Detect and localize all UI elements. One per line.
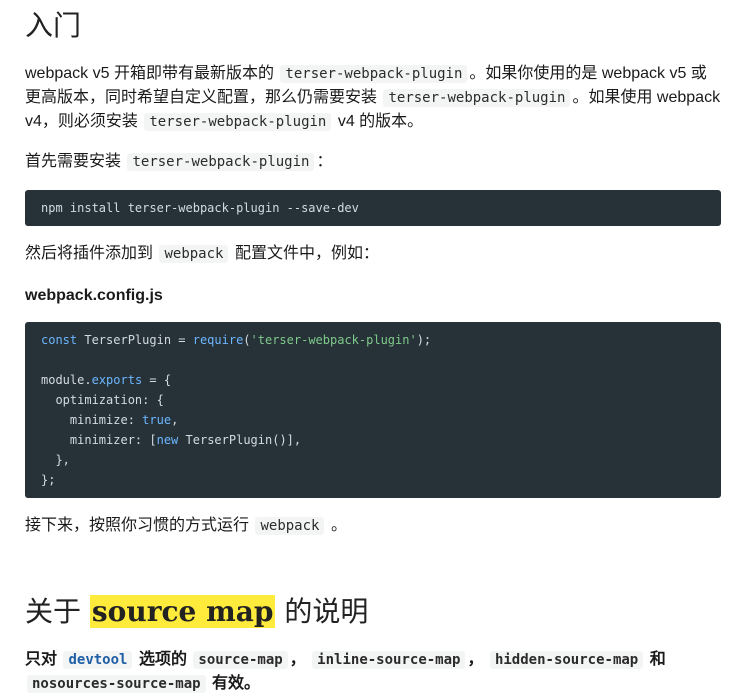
install-paragraph: 首先需要安装 terser-webpack-plugin： bbox=[25, 153, 333, 171]
config-code-block[interactable]: const TerserPlugin = require('terser-web… bbox=[25, 322, 721, 498]
inline-code: nosources-source-map bbox=[27, 675, 206, 693]
inline-code: terser-webpack-plugin bbox=[280, 65, 468, 83]
config-paragraph: 然后将插件添加到 webpack 配置文件中，例如： bbox=[25, 245, 379, 263]
inline-code: hidden-source-map bbox=[489, 651, 644, 669]
install-code-block[interactable]: npm install terser-webpack-plugin --save… bbox=[25, 190, 721, 226]
code-caption: webpack.config.js bbox=[25, 287, 163, 304]
source-map-paragraph: 只对 devtool 选项的 source-map， inline-source… bbox=[25, 651, 666, 693]
inline-code: source-map bbox=[193, 651, 288, 669]
inline-code: terser-webpack-plugin bbox=[144, 113, 332, 131]
inline-code: webpack bbox=[255, 517, 325, 535]
intro-paragraph: webpack v5 开箱即带有最新版本的 terser-webpack-plu… bbox=[25, 65, 721, 131]
doc-page: 入门 webpack v5 开箱即带有最新版本的 terser-webpack-… bbox=[0, 0, 733, 697]
heading-source-map: 关于 source map 的说明 bbox=[25, 595, 369, 628]
inline-code: terser-webpack-plugin bbox=[383, 89, 571, 107]
inline-code: webpack bbox=[159, 245, 229, 263]
heading-intro: 入门 bbox=[25, 9, 82, 42]
highlighted-term: source map bbox=[89, 595, 276, 628]
inline-code-link[interactable]: devtool bbox=[63, 651, 133, 669]
run-paragraph: 接下来，按照你习惯的方式运行 webpack 。 bbox=[25, 517, 347, 535]
inline-code: inline-source-map bbox=[312, 651, 466, 669]
inline-code: terser-webpack-plugin bbox=[127, 153, 315, 171]
